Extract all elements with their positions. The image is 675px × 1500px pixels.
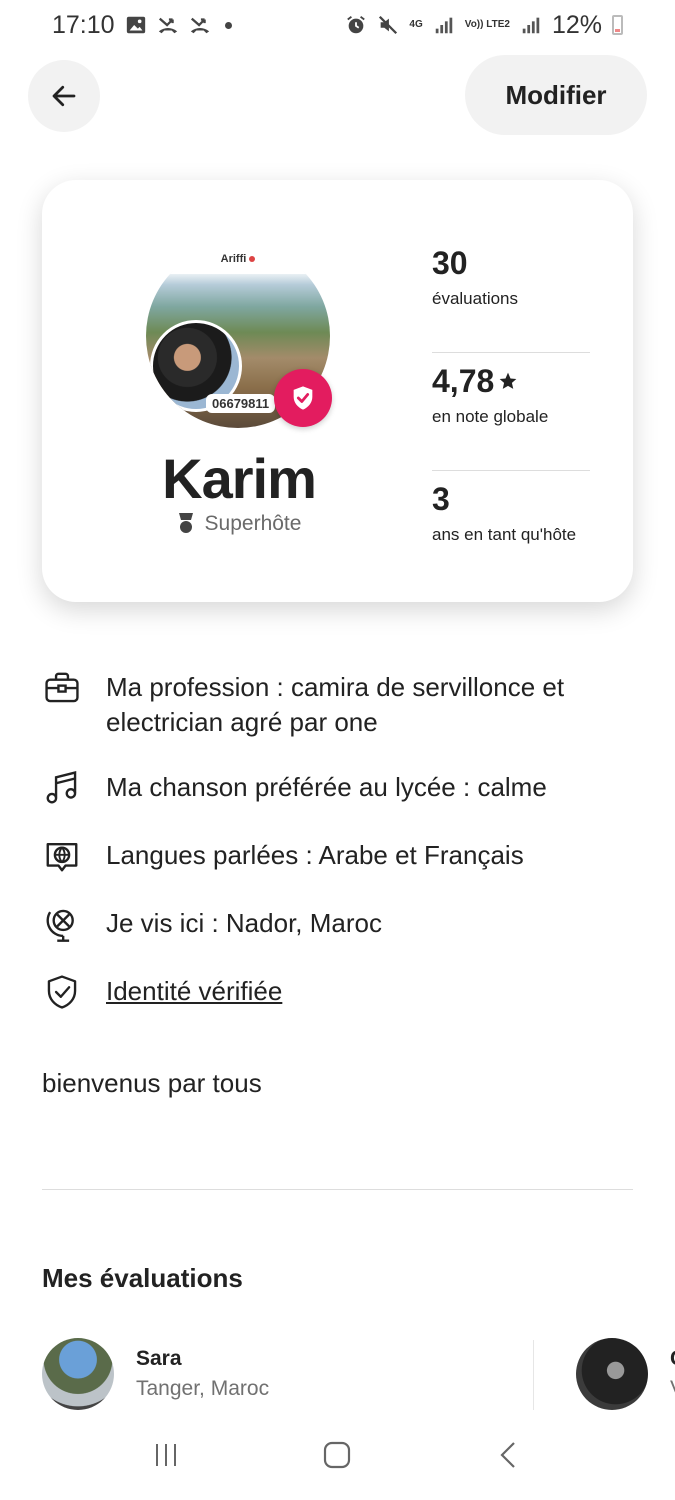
stat-rating[interactable]: 4,78 en note globale [432, 353, 590, 471]
info-item-identity[interactable]: Identité vérifiée [42, 974, 642, 1012]
stat-years: 3 ans en tant qu'hôte [432, 471, 590, 589]
system-back-button[interactable] [489, 1435, 529, 1475]
home-icon [324, 1441, 351, 1469]
star-icon [499, 372, 517, 389]
music-note-icon [42, 768, 82, 808]
stat-reviews-value: 30 [432, 245, 468, 281]
red-dot-icon [249, 256, 256, 262]
shield-check-icon [293, 386, 313, 410]
chevron-left-icon [500, 1442, 515, 1468]
language-globe-icon [42, 836, 82, 876]
stat-label: ans en tant qu'hôte [432, 525, 577, 544]
recent-apps-button[interactable] [146, 1435, 186, 1475]
reviewer-info: C V [670, 1347, 675, 1401]
stat-rating-value: 4,78 [432, 363, 495, 399]
info-item-languages: Langues parlées : Arabe et Français [42, 838, 642, 876]
back-button[interactable] [28, 60, 100, 132]
stat-reviews[interactable]: 30 évaluations [432, 235, 590, 353]
network-4g-label: 4G [409, 19, 423, 30]
info-item-profession: Ma profession : camira de servillonce et… [42, 670, 642, 740]
review-separator [533, 1340, 534, 1416]
profile-avatar-wrapper[interactable]: Ariffi 06679811 [146, 244, 332, 428]
home-button[interactable] [317, 1435, 357, 1475]
host-stats: 30 évaluations 4,78 en note globale 3 an… [432, 235, 590, 589]
reviewer-location: V [670, 1377, 675, 1401]
status-bar-left: 17:10 [52, 11, 232, 40]
host-bio: bienvenus par tous [42, 1068, 262, 1098]
missed-call-icon [189, 14, 211, 36]
superhost-label: Superhôte [42, 512, 436, 536]
superhost-medal-icon [178, 513, 193, 533]
host-info-list: Ma profession : camira de servillonce et… [42, 670, 642, 1042]
stat-value: 4,78 [432, 361, 590, 401]
reviewer-name: Sara [136, 1347, 182, 1370]
review-card[interactable]: Sara Tanger, Maroc [42, 1338, 269, 1410]
stat-value: 3 [432, 479, 590, 519]
info-location-text: Je vis ici : Nador, Maroc [106, 908, 382, 938]
signal-icon [520, 14, 542, 36]
edit-profile-button[interactable]: Modifier [465, 55, 647, 135]
reviews-section-title: Mes évaluations [42, 1263, 243, 1293]
system-nav-bar [0, 1410, 675, 1500]
info-item-song: Ma chanson préférée au lycée : calme [42, 770, 642, 808]
location-globe-icon [42, 904, 82, 944]
reviewer-avatar [42, 1338, 114, 1410]
arrow-left-icon [52, 85, 76, 107]
stat-value: 30 [432, 243, 590, 283]
review-card[interactable]: C V [576, 1338, 675, 1410]
info-song-text: Ma chanson préférée au lycée : calme [106, 772, 547, 802]
section-divider [42, 1189, 633, 1190]
recent-apps-icon [155, 1444, 176, 1466]
stat-label: en note globale [432, 407, 549, 426]
stat-years-value: 3 [432, 481, 450, 517]
battery-percent: 12% [551, 10, 602, 39]
mute-icon [377, 14, 399, 36]
battery-icon [612, 15, 623, 35]
status-time: 17:10 [52, 10, 115, 39]
avatar-overlay-phone: 06679811 [206, 394, 276, 413]
gallery-icon [125, 14, 147, 36]
shield-check-icon [42, 972, 82, 1012]
host-name: Karim [162, 447, 317, 510]
reviewer-info: Sara Tanger, Maroc [136, 1347, 269, 1401]
profile-card: Ariffi 06679811 Karim Superhôte 30 évalu… [42, 180, 633, 602]
avatar-overlay-bar: Ariffi [146, 244, 330, 274]
info-languages-text: Langues parlées : Arabe et Français [106, 840, 524, 870]
status-bar: 17:10 4G Vo)) LTE2 12% [0, 0, 675, 50]
briefcase-icon [42, 668, 82, 708]
signal-icon [433, 14, 455, 36]
info-item-location: Je vis ici : Nador, Maroc [42, 906, 642, 944]
alarm-icon [345, 14, 367, 36]
reviewer-name: C [670, 1347, 675, 1371]
stat-label: évaluations [432, 289, 519, 308]
volte-label: Vo)) LTE2 [464, 19, 510, 30]
avatar-overlay-name: Ariffi [220, 253, 247, 265]
reviewer-avatar [576, 1338, 648, 1410]
verified-badge [274, 369, 332, 427]
superhost-text: Superhôte [204, 512, 302, 535]
info-profession-text: Ma profession : camira de servillonce et… [106, 672, 565, 737]
missed-call-icon [157, 14, 179, 36]
reviewer-location: Tanger, Maroc [136, 1377, 270, 1400]
identity-verified-link[interactable]: Identité vérifiée [106, 974, 282, 1009]
notification-dot-icon [224, 21, 232, 29]
status-bar-right: 4G Vo)) LTE2 12% [345, 11, 623, 40]
